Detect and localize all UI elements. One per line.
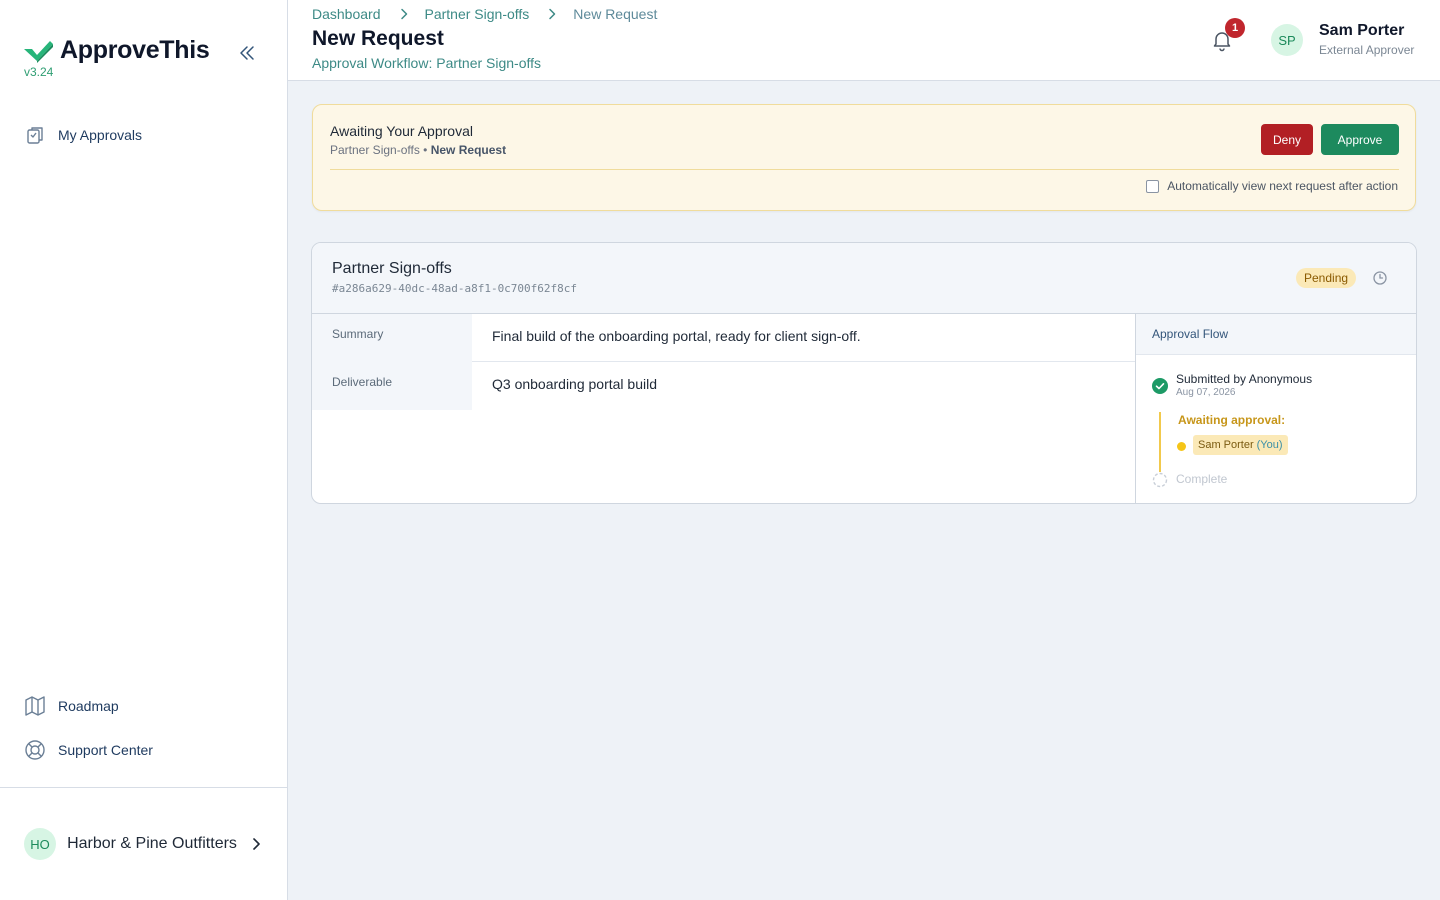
flow-connector: [1159, 412, 1161, 472]
deny-button[interactable]: Deny: [1261, 124, 1313, 155]
breadcrumb-current: New Request: [573, 6, 658, 22]
chevron-right-icon: [399, 8, 409, 20]
request-card: Partner Sign-offs #a286a629-40dc-48ad-a8…: [311, 242, 1417, 504]
complete-step-label: Complete: [1176, 472, 1228, 486]
checkmark-logo-icon: [24, 40, 53, 63]
clipboard-icon: [24, 124, 46, 146]
chevron-right-icon: [547, 8, 557, 20]
sidebar-divider: [0, 787, 287, 788]
field-row-summary: Summary Final build of the onboarding po…: [312, 314, 1135, 362]
organization-switcher[interactable]: HO Harbor & Pine Outfitters: [24, 820, 264, 868]
notification-count-badge: 1: [1225, 18, 1245, 38]
submitted-by: Submitted by Anonymous: [1176, 372, 1313, 386]
history-button[interactable]: [1372, 270, 1388, 286]
banner-subtitle: Partner Sign-offs • New Request: [330, 143, 506, 157]
field-value: Q3 onboarding portal build: [492, 376, 658, 392]
pending-dot-icon: [1177, 442, 1186, 451]
user-avatar[interactable]: SP: [1271, 24, 1303, 56]
sidebar-item-support-center[interactable]: Support Center: [24, 739, 153, 761]
breadcrumb: Dashboard Partner Sign-offs New Request: [312, 6, 657, 22]
breadcrumb-partner-sign-offs[interactable]: Partner Sign-offs: [425, 6, 530, 22]
map-icon: [24, 695, 46, 717]
banner-separator: •: [423, 143, 428, 157]
approver-chip: Sam Porter (You): [1193, 435, 1288, 455]
user-name: Sam Porter: [1319, 22, 1405, 39]
status-badge: Pending: [1296, 268, 1357, 288]
banner-divider: [330, 169, 1399, 170]
app-name: ApproveThis: [60, 36, 210, 64]
approval-banner: Awaiting Your Approval Partner Sign-offs…: [312, 104, 1416, 211]
approver-you-tag: (You): [1256, 439, 1283, 451]
organization-name: Harbor & Pine Outfitters: [67, 835, 237, 852]
request-title: Partner Sign-offs: [332, 260, 452, 277]
chevrons-left-icon: [240, 46, 254, 60]
auto-next-label: Automatically view next request after ac…: [1167, 179, 1398, 193]
banner-workflow: Partner Sign-offs: [330, 143, 420, 157]
field-label: Deliverable: [312, 362, 472, 410]
auto-next-checkbox[interactable]: [1146, 179, 1160, 193]
chevron-right-icon: [253, 838, 260, 850]
organization-avatar: HO: [24, 828, 56, 860]
dashed-circle-icon: [1152, 472, 1168, 488]
breadcrumb-dashboard[interactable]: Dashboard: [312, 6, 381, 22]
app-logo[interactable]: ApproveThis: [24, 36, 210, 65]
banner-request: New Request: [430, 143, 507, 157]
sidebar-item-roadmap[interactable]: Roadmap: [24, 695, 119, 717]
request-card-header: Partner Sign-offs #a286a629-40dc-48ad-a8…: [312, 243, 1416, 314]
approve-button[interactable]: Approve: [1321, 124, 1399, 155]
page-subtitle: Approval Workflow: Partner Sign-offs: [312, 55, 542, 71]
user-role: External Approver: [1319, 43, 1415, 57]
sidebar-item-label: My Approvals: [58, 127, 143, 143]
field-value: Final build of the onboarding portal, re…: [492, 328, 861, 344]
approval-flow-title: Approval Flow: [1136, 314, 1416, 355]
submitted-date: Aug 07, 2026: [1176, 387, 1236, 398]
field-label: Summary: [312, 314, 472, 362]
check-circle-icon: [1152, 378, 1168, 394]
sidebar-item-label: Support Center: [58, 742, 153, 758]
request-id: #a286a629-40dc-48ad-a8f1-0c700f62f8cf: [332, 282, 578, 295]
clock-icon: [1373, 271, 1387, 285]
banner-title: Awaiting Your Approval: [330, 123, 473, 139]
sidebar: ApproveThis v3.24 My Approvals Roadmap S…: [0, 0, 288, 900]
approval-flow: Approval Flow Submitted by Anonymous Aug…: [1135, 314, 1416, 503]
app-version: v3.24: [24, 65, 54, 79]
approver-name: Sam Porter: [1198, 439, 1254, 451]
page-header: Dashboard Partner Sign-offs New Request …: [288, 0, 1440, 81]
sidebar-item-label: Roadmap: [58, 698, 119, 714]
awaiting-approval-label: Awaiting approval:: [1178, 413, 1286, 427]
sidebar-item-my-approvals[interactable]: My Approvals: [24, 124, 142, 146]
lifebuoy-icon: [24, 739, 46, 761]
auto-next-option[interactable]: Automatically view next request after ac…: [1146, 179, 1398, 193]
collapse-sidebar-button[interactable]: [234, 40, 260, 66]
page-title: New Request: [312, 27, 444, 50]
field-row-deliverable: Deliverable Q3 onboarding portal build: [312, 362, 1135, 410]
